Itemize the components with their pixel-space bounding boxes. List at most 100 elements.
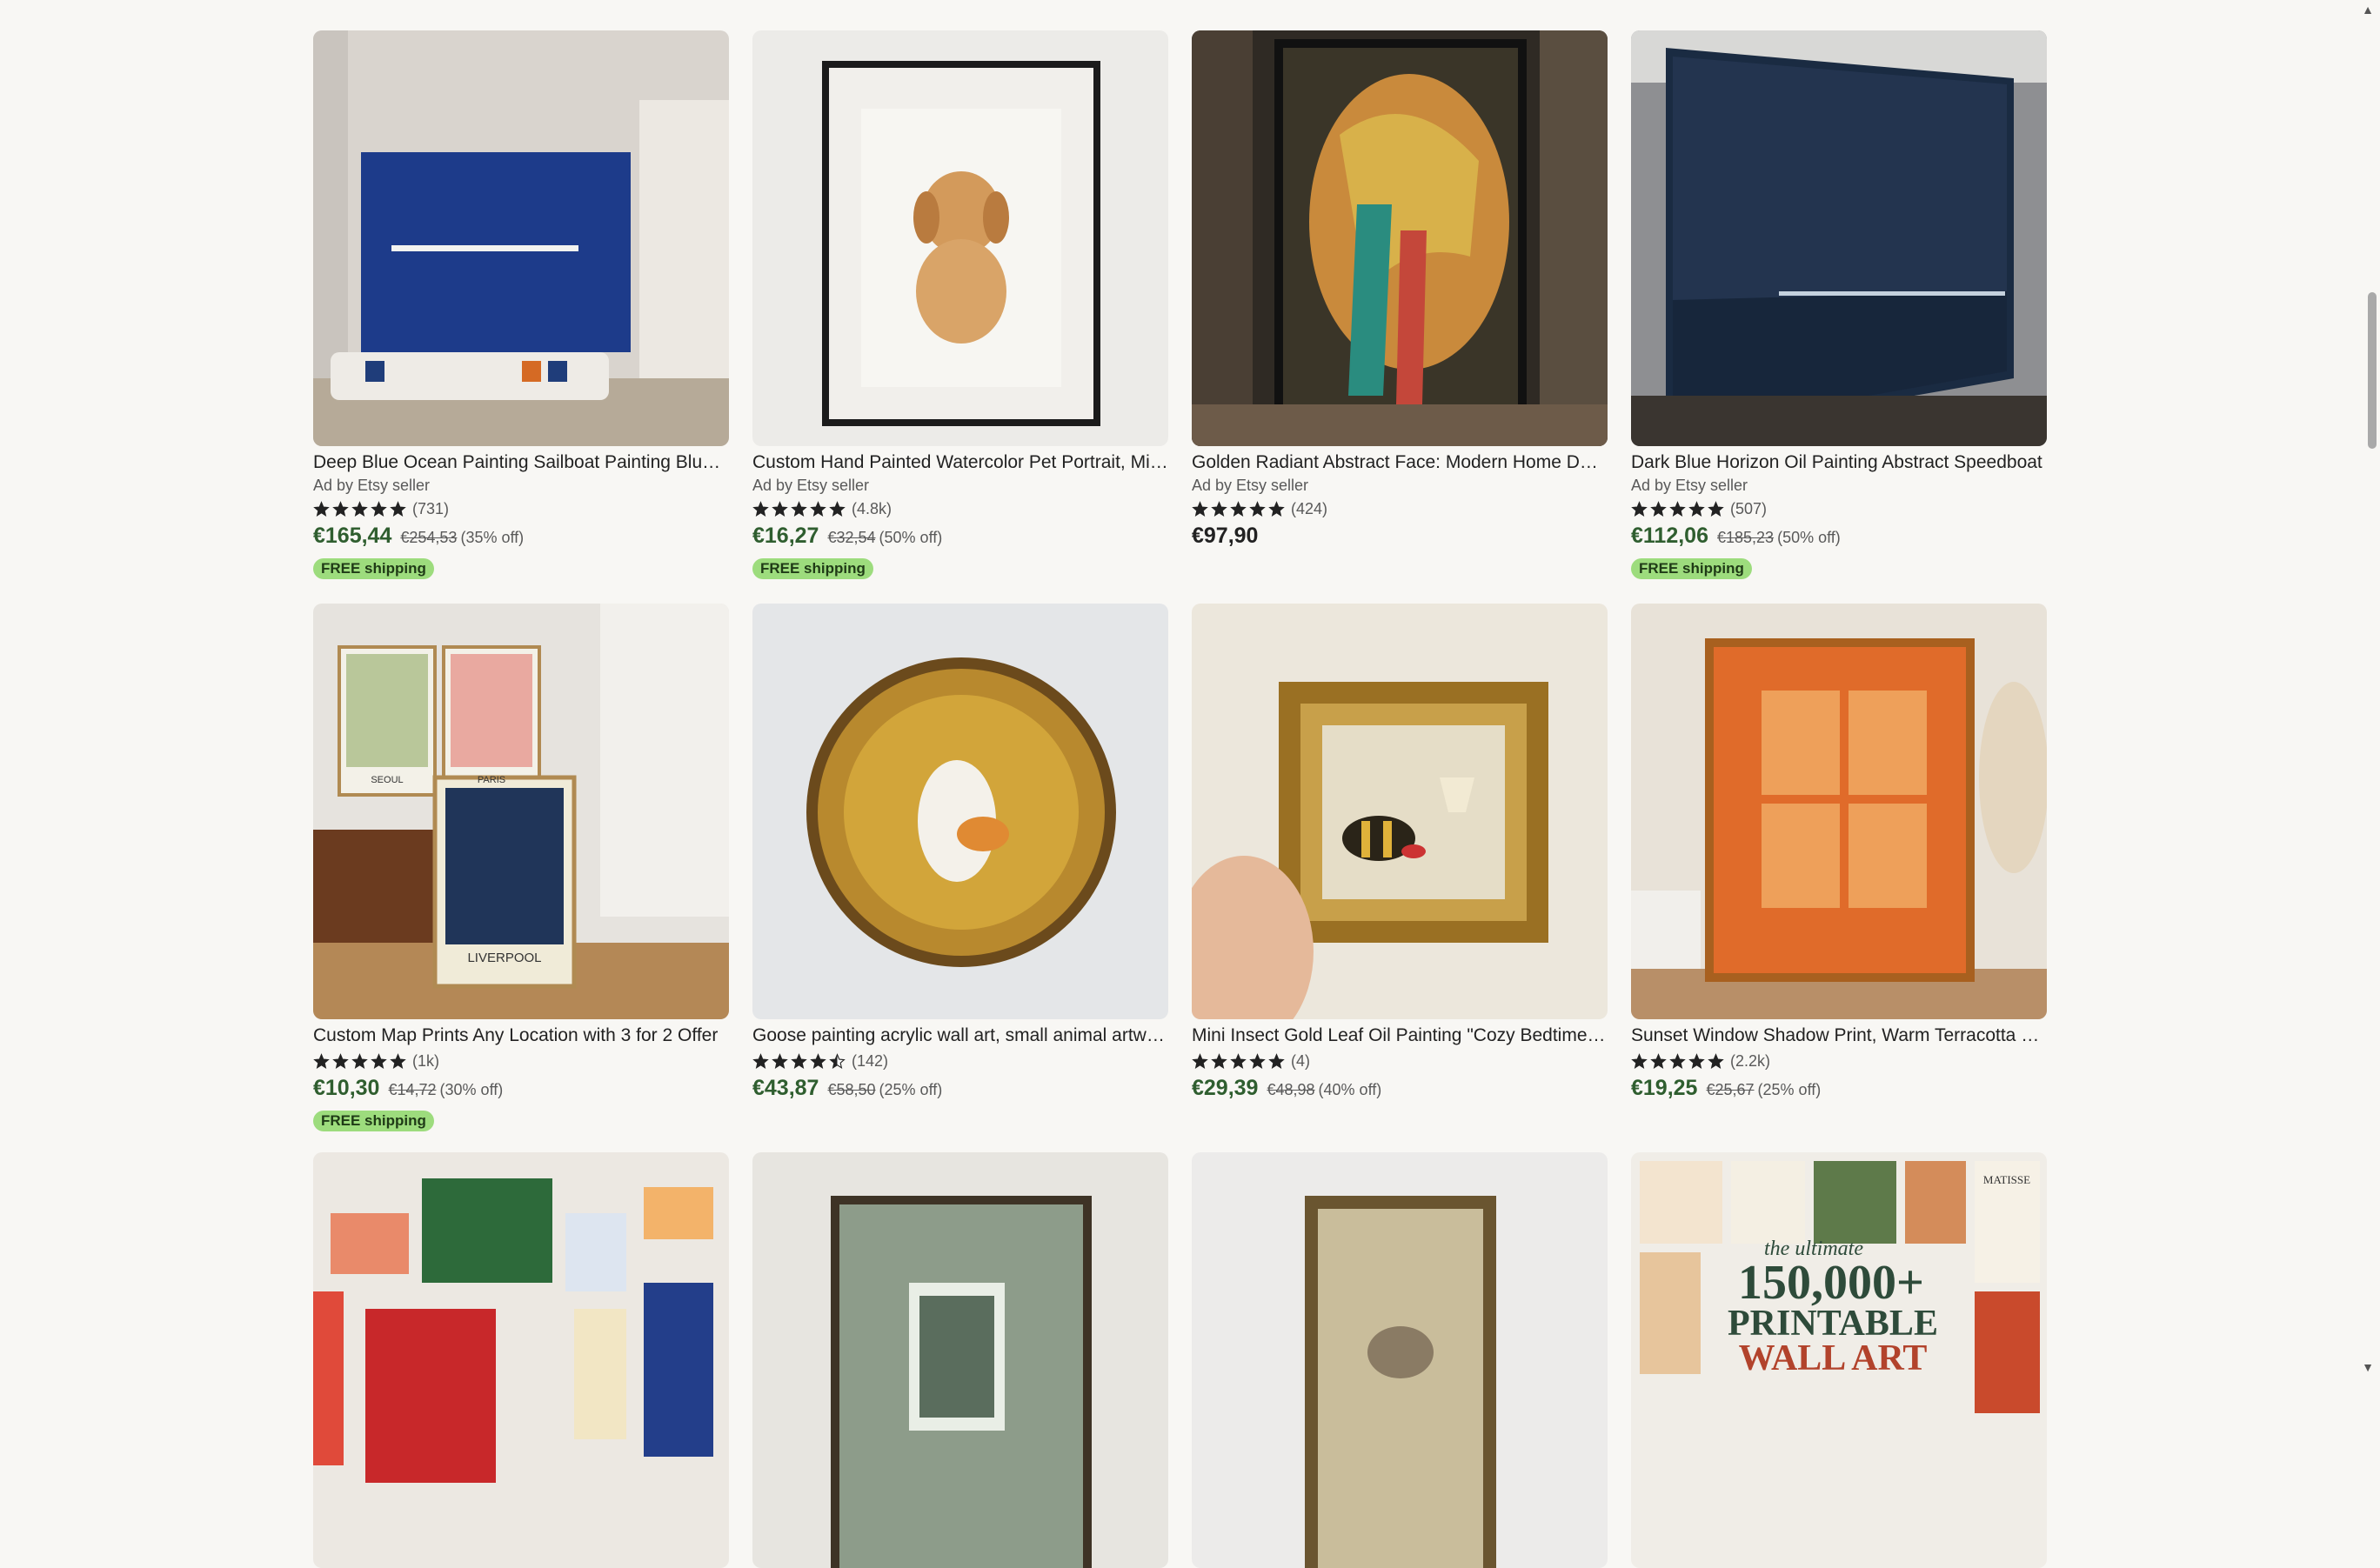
listing-card[interactable]: Golden Radiant Abstract Face: Modern Hom… — [1192, 30, 1608, 553]
star-rating — [1631, 500, 1727, 517]
original-price: €32,54 — [827, 529, 876, 546]
listing-title[interactable]: Sunset Window Shadow Print, Warm Terraco… — [1631, 1024, 2047, 1048]
listing-title[interactable]: Goose painting acrylic wall art, small a… — [752, 1024, 1168, 1048]
listing-title[interactable]: Custom Hand Painted Watercolor Pet Portr… — [752, 450, 1168, 475]
star-rating — [752, 500, 848, 517]
rating: (2.2k) — [1631, 1048, 2047, 1074]
listing-card[interactable]: the ultimate 150,000+ PRINTABLE WALL ART… — [1631, 1152, 2047, 1568]
listing-card[interactable]: Deep Blue Ocean Painting Sailboat Painti… — [313, 30, 729, 579]
rating: (4.8k) — [752, 496, 1168, 522]
star-icon — [390, 1052, 406, 1069]
discount: (35% off) — [460, 529, 525, 546]
free-shipping-badge: FREE shipping — [313, 1111, 434, 1131]
star-icon — [791, 1052, 807, 1069]
listing-image[interactable]: SEOUL PARIS LIVERPOOL — [313, 604, 729, 1019]
listing-image[interactable] — [1192, 604, 1608, 1019]
listing-title[interactable]: Mini Insect Gold Leaf Oil Painting "Cozy… — [1192, 1024, 1608, 1048]
listing-title[interactable]: Golden Radiant Abstract Face: Modern Hom… — [1192, 450, 1608, 475]
star-rating — [1192, 500, 1287, 517]
listing-image[interactable] — [752, 1152, 1168, 1568]
discount: (25% off) — [879, 1081, 943, 1098]
price-row: €165,44 €254,53 (35% off) — [313, 524, 729, 553]
free-shipping-badge: FREE shipping — [752, 558, 873, 579]
mouse-painting-image — [1192, 1152, 1608, 1568]
star-icon — [1688, 500, 1705, 517]
listing-card[interactable] — [313, 1152, 729, 1568]
listing-image[interactable]: the ultimate 150,000+ PRINTABLE WALL ART… — [1631, 1152, 2047, 1568]
listing-image[interactable] — [1631, 30, 2047, 446]
free-shipping-badge: FREE shipping — [313, 558, 434, 579]
discount: (30% off) — [439, 1081, 504, 1098]
star-icon — [829, 1052, 846, 1069]
star-icon — [791, 500, 807, 517]
star-icon — [1192, 1052, 1208, 1069]
listing-image[interactable] — [752, 604, 1168, 1019]
listing-card[interactable]: Sunset Window Shadow Print, Warm Terraco… — [1631, 604, 2047, 1105]
listing-image[interactable] — [1631, 604, 2047, 1019]
ad-seller-label: Ad by Etsy seller — [752, 477, 870, 494]
sale-price: €19,25 — [1631, 1076, 1698, 1100]
arrow-down-icon[interactable]: ▼ — [2362, 1361, 2374, 1373]
price: €97,90 — [1192, 524, 1259, 548]
listing-title[interactable]: Dark Blue Horizon Oil Painting Abstract … — [1631, 450, 2047, 475]
goose-painting-image — [752, 604, 1168, 1019]
star-icon — [1249, 500, 1266, 517]
listing-image[interactable] — [313, 1152, 729, 1568]
rating: (1k) — [313, 1048, 729, 1074]
free-shipping-badge: FREE shipping — [1631, 558, 1752, 579]
star-icon — [829, 500, 846, 517]
star-icon — [1669, 1052, 1686, 1069]
star-rating — [313, 500, 409, 517]
gallery-wall-image — [313, 1152, 729, 1568]
star-icon — [810, 1052, 826, 1069]
star-icon — [772, 500, 788, 517]
star-icon — [332, 500, 349, 517]
pet-portrait-image — [752, 30, 1168, 446]
abstract-face-image — [1192, 30, 1608, 446]
listing-card[interactable]: SEOUL PARIS LIVERPOOL Custom Map Prints … — [313, 604, 729, 1131]
horizon-painting-image — [1631, 30, 2047, 446]
listing-card[interactable] — [752, 1152, 1168, 1568]
star-icon — [752, 1052, 769, 1069]
listing-card[interactable]: Mini Insect Gold Leaf Oil Painting "Cozy… — [1192, 604, 1608, 1105]
price-row: €97,90 — [1192, 524, 1608, 553]
listing-title[interactable]: Deep Blue Ocean Painting Sailboat Painti… — [313, 450, 729, 475]
star-icon — [371, 1052, 387, 1069]
listing-image[interactable] — [1192, 30, 1608, 446]
star-icon — [371, 500, 387, 517]
star-icon — [351, 500, 368, 517]
listing-image[interactable] — [752, 30, 1168, 446]
star-icon — [1230, 500, 1247, 517]
map-prints-image: SEOUL PARIS LIVERPOOL — [313, 604, 729, 1019]
art-text: SEOUL — [371, 775, 403, 785]
arrow-up-icon[interactable]: ▲ — [2362, 3, 2374, 16]
sale-price: €165,44 — [313, 524, 392, 548]
listing-card[interactable]: Dark Blue Horizon Oil Painting Abstract … — [1631, 30, 2047, 579]
star-icon — [1230, 1052, 1247, 1069]
listing-image[interactable] — [1192, 1152, 1608, 1568]
price-row: €43,87 €58,50 (25% off) — [752, 1076, 1168, 1105]
original-price: €14,72 — [388, 1081, 437, 1098]
listing-card[interactable]: Custom Hand Painted Watercolor Pet Portr… — [752, 30, 1168, 579]
rating: (4) — [1192, 1048, 1608, 1074]
discount: (50% off) — [879, 529, 943, 546]
listing-title[interactable]: Custom Map Prints Any Location with 3 fo… — [313, 1024, 729, 1048]
star-icon — [1631, 500, 1648, 517]
ad-seller-label: Ad by Etsy seller — [313, 477, 431, 494]
star-icon — [1688, 1052, 1705, 1069]
art-text: PARIS — [478, 775, 505, 785]
scrollbar-thumb[interactable] — [2368, 292, 2377, 449]
rating: (731) — [313, 496, 729, 522]
star-icon — [313, 1052, 330, 1069]
star-icon — [1268, 1052, 1285, 1069]
listing-card[interactable] — [1192, 1152, 1608, 1568]
star-icon — [351, 1052, 368, 1069]
scrollbar[interactable]: ▲ ▼ — [2357, 0, 2380, 1377]
listing-card[interactable]: Goose painting acrylic wall art, small a… — [752, 604, 1168, 1105]
star-icon — [1249, 1052, 1266, 1069]
ocean-painting-image — [313, 30, 729, 446]
review-count: (731) — [412, 499, 450, 517]
listing-image[interactable] — [313, 30, 729, 446]
price-row: €10,30 €14,72 (30% off) — [313, 1076, 729, 1105]
star-icon — [1268, 500, 1285, 517]
